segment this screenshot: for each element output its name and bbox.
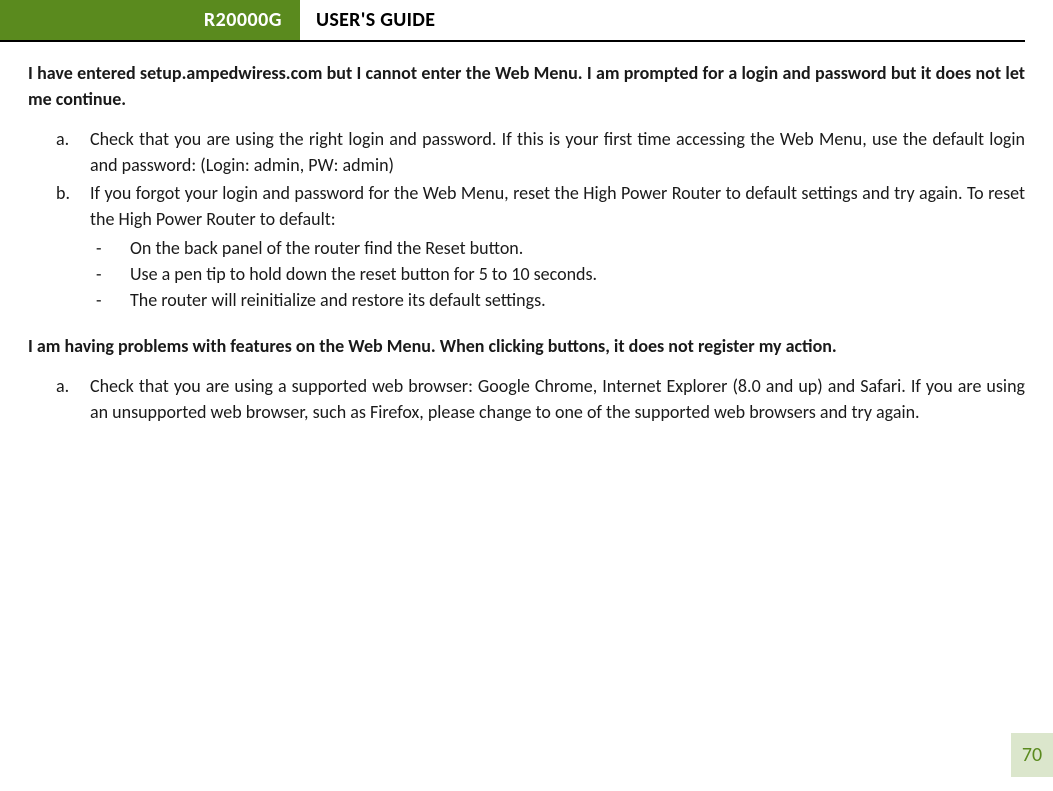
model-badge: R20000G (0, 0, 300, 40)
sublist-item: - Use a pen tip to hold down the reset b… (130, 261, 1025, 287)
sublist-marker: - (96, 287, 102, 313)
page-number: 70 (1011, 733, 1053, 777)
sublist-text: On the back panel of the router find the… (130, 237, 523, 259)
page-content: I have entered setup.ampedwiress.com but… (0, 60, 1053, 425)
header-bar: R20000G USER'S GUIDE (0, 0, 1025, 42)
sublist-marker: - (96, 261, 102, 287)
list-text: Check that you are using a supported web… (90, 375, 1025, 423)
faq-question-2: I am having problems with features on th… (28, 333, 1025, 359)
list-marker: a. (56, 373, 69, 399)
list-text: If you forgot your login and password fo… (90, 182, 1025, 230)
list-item: a. Check that you are using the right lo… (90, 126, 1025, 178)
faq-answer-list-2: a. Check that you are using a supported … (28, 373, 1025, 425)
sublist-text: The router will reinitialize and restore… (130, 289, 546, 311)
sublist-item: - The router will reinitialize and resto… (130, 287, 1025, 313)
list-item: b. If you forgot your login and password… (90, 180, 1025, 312)
list-text: Check that you are using the right login… (90, 128, 1025, 176)
document-title: USER'S GUIDE (300, 8, 435, 32)
list-item: a. Check that you are using a supported … (90, 373, 1025, 425)
faq-question-1: I have entered setup.ampedwiress.com but… (28, 60, 1025, 112)
list-marker: b. (56, 180, 70, 206)
faq-answer-list-1: a. Check that you are using the right lo… (28, 126, 1025, 313)
sublist-marker: - (96, 235, 102, 261)
sublist-text: Use a pen tip to hold down the reset but… (130, 263, 597, 285)
sublist: - On the back panel of the router find t… (90, 235, 1025, 313)
list-marker: a. (56, 126, 69, 152)
sublist-item: - On the back panel of the router find t… (130, 235, 1025, 261)
